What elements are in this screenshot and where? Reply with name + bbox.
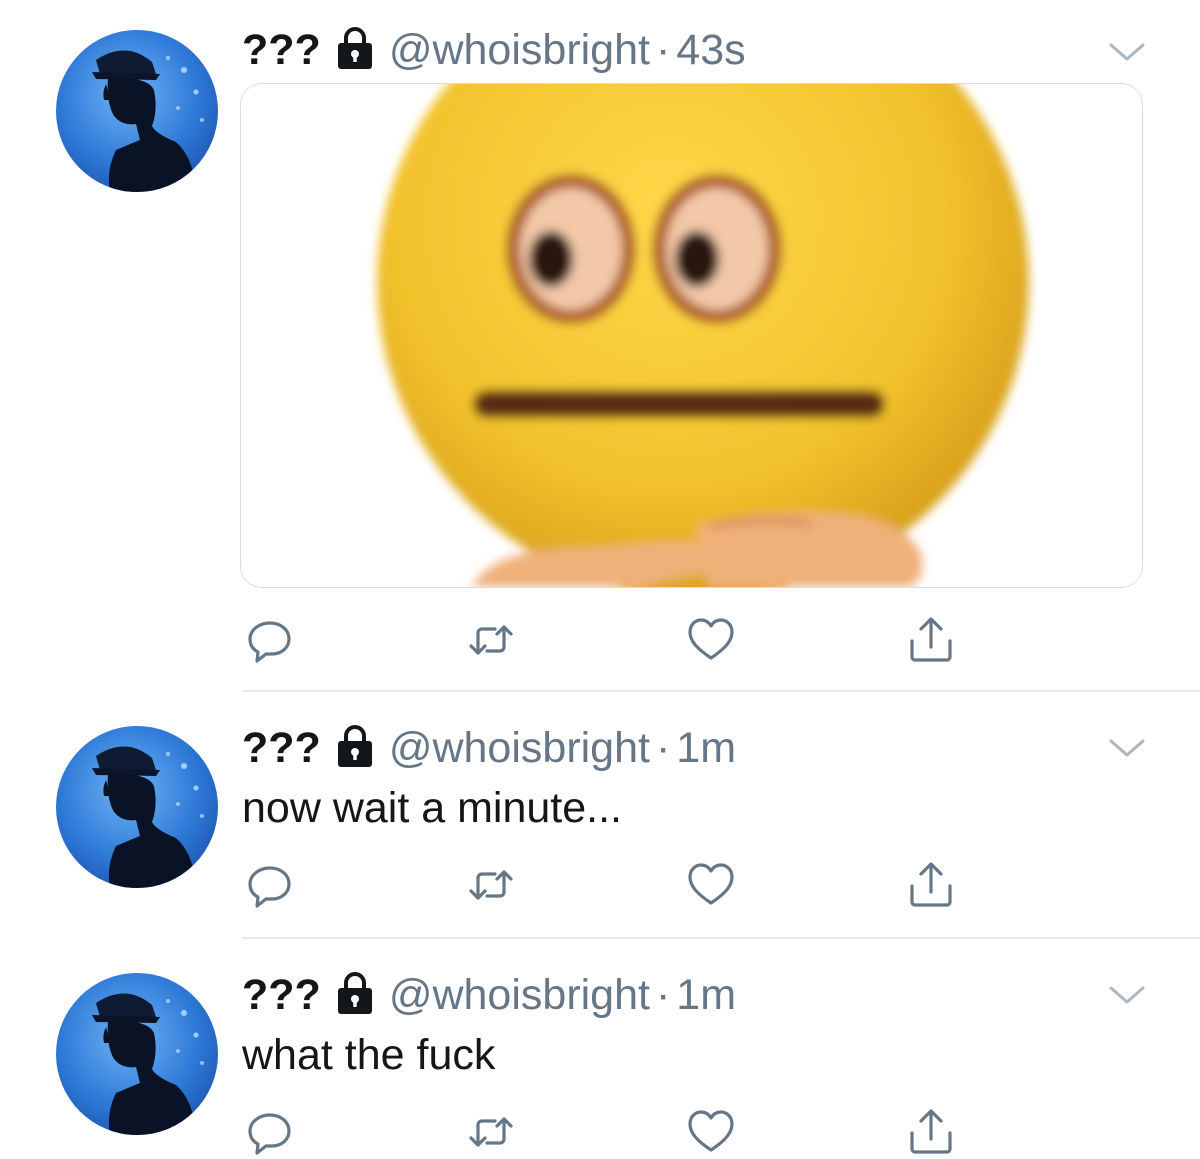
tweet-header: ??? @whoisbright · 1m bbox=[242, 718, 736, 778]
reply-icon[interactable] bbox=[245, 1107, 295, 1157]
chevron-down-icon[interactable] bbox=[1106, 981, 1148, 1009]
lock-icon bbox=[335, 971, 375, 1015]
timestamp[interactable]: 1m bbox=[676, 718, 736, 778]
display-name[interactable]: ??? bbox=[242, 965, 321, 1025]
lock-icon bbox=[335, 26, 375, 70]
tweet-3[interactable]: ??? @whoisbright · 1m what the fuck bbox=[0, 939, 1200, 1159]
display-name[interactable]: ??? bbox=[242, 20, 321, 80]
like-icon[interactable] bbox=[686, 1107, 736, 1157]
retweet-icon[interactable] bbox=[466, 1107, 516, 1157]
share-icon[interactable] bbox=[906, 1107, 956, 1157]
lock-icon bbox=[335, 724, 375, 768]
tweet-header: ??? @whoisbright · 1m bbox=[242, 965, 736, 1025]
like-icon[interactable] bbox=[686, 615, 736, 665]
chevron-down-icon[interactable] bbox=[1106, 734, 1148, 762]
avatar[interactable] bbox=[56, 30, 218, 192]
display-name[interactable]: ??? bbox=[242, 718, 321, 778]
like-icon[interactable] bbox=[686, 860, 736, 910]
separator-dot: · bbox=[655, 26, 671, 74]
handle[interactable]: @whoisbright bbox=[389, 718, 650, 778]
timestamp[interactable]: 43s bbox=[676, 20, 745, 80]
handle[interactable]: @whoisbright bbox=[389, 965, 650, 1025]
reply-icon[interactable] bbox=[245, 615, 295, 665]
handle[interactable]: @whoisbright bbox=[389, 20, 650, 80]
avatar-image bbox=[56, 30, 218, 192]
tweet-text: now wait a minute... bbox=[242, 784, 623, 832]
tweet-header: ??? @whoisbright · 43s bbox=[242, 20, 746, 80]
timestamp[interactable]: 1m bbox=[676, 965, 736, 1025]
separator-dot: · bbox=[655, 724, 671, 772]
tweet-actions bbox=[0, 860, 1200, 910]
tweet-2[interactable]: ??? @whoisbright · 1m now wait a minute.… bbox=[0, 692, 1200, 939]
emoji-hmm-image bbox=[241, 84, 1142, 587]
tweet-actions bbox=[0, 1107, 1200, 1157]
share-icon[interactable] bbox=[906, 860, 956, 910]
chevron-down-icon[interactable] bbox=[1106, 38, 1148, 66]
separator-dot: · bbox=[655, 971, 671, 1019]
reply-icon[interactable] bbox=[245, 860, 295, 910]
retweet-icon[interactable] bbox=[466, 615, 516, 665]
share-icon[interactable] bbox=[906, 615, 956, 665]
tweet-actions bbox=[0, 615, 1200, 665]
tweet-1[interactable]: ??? @whoisbright · 43s bbox=[0, 0, 1200, 692]
retweet-icon[interactable] bbox=[466, 860, 516, 910]
tweet-media-image[interactable] bbox=[240, 83, 1143, 588]
tweet-text: what the fuck bbox=[242, 1031, 496, 1079]
